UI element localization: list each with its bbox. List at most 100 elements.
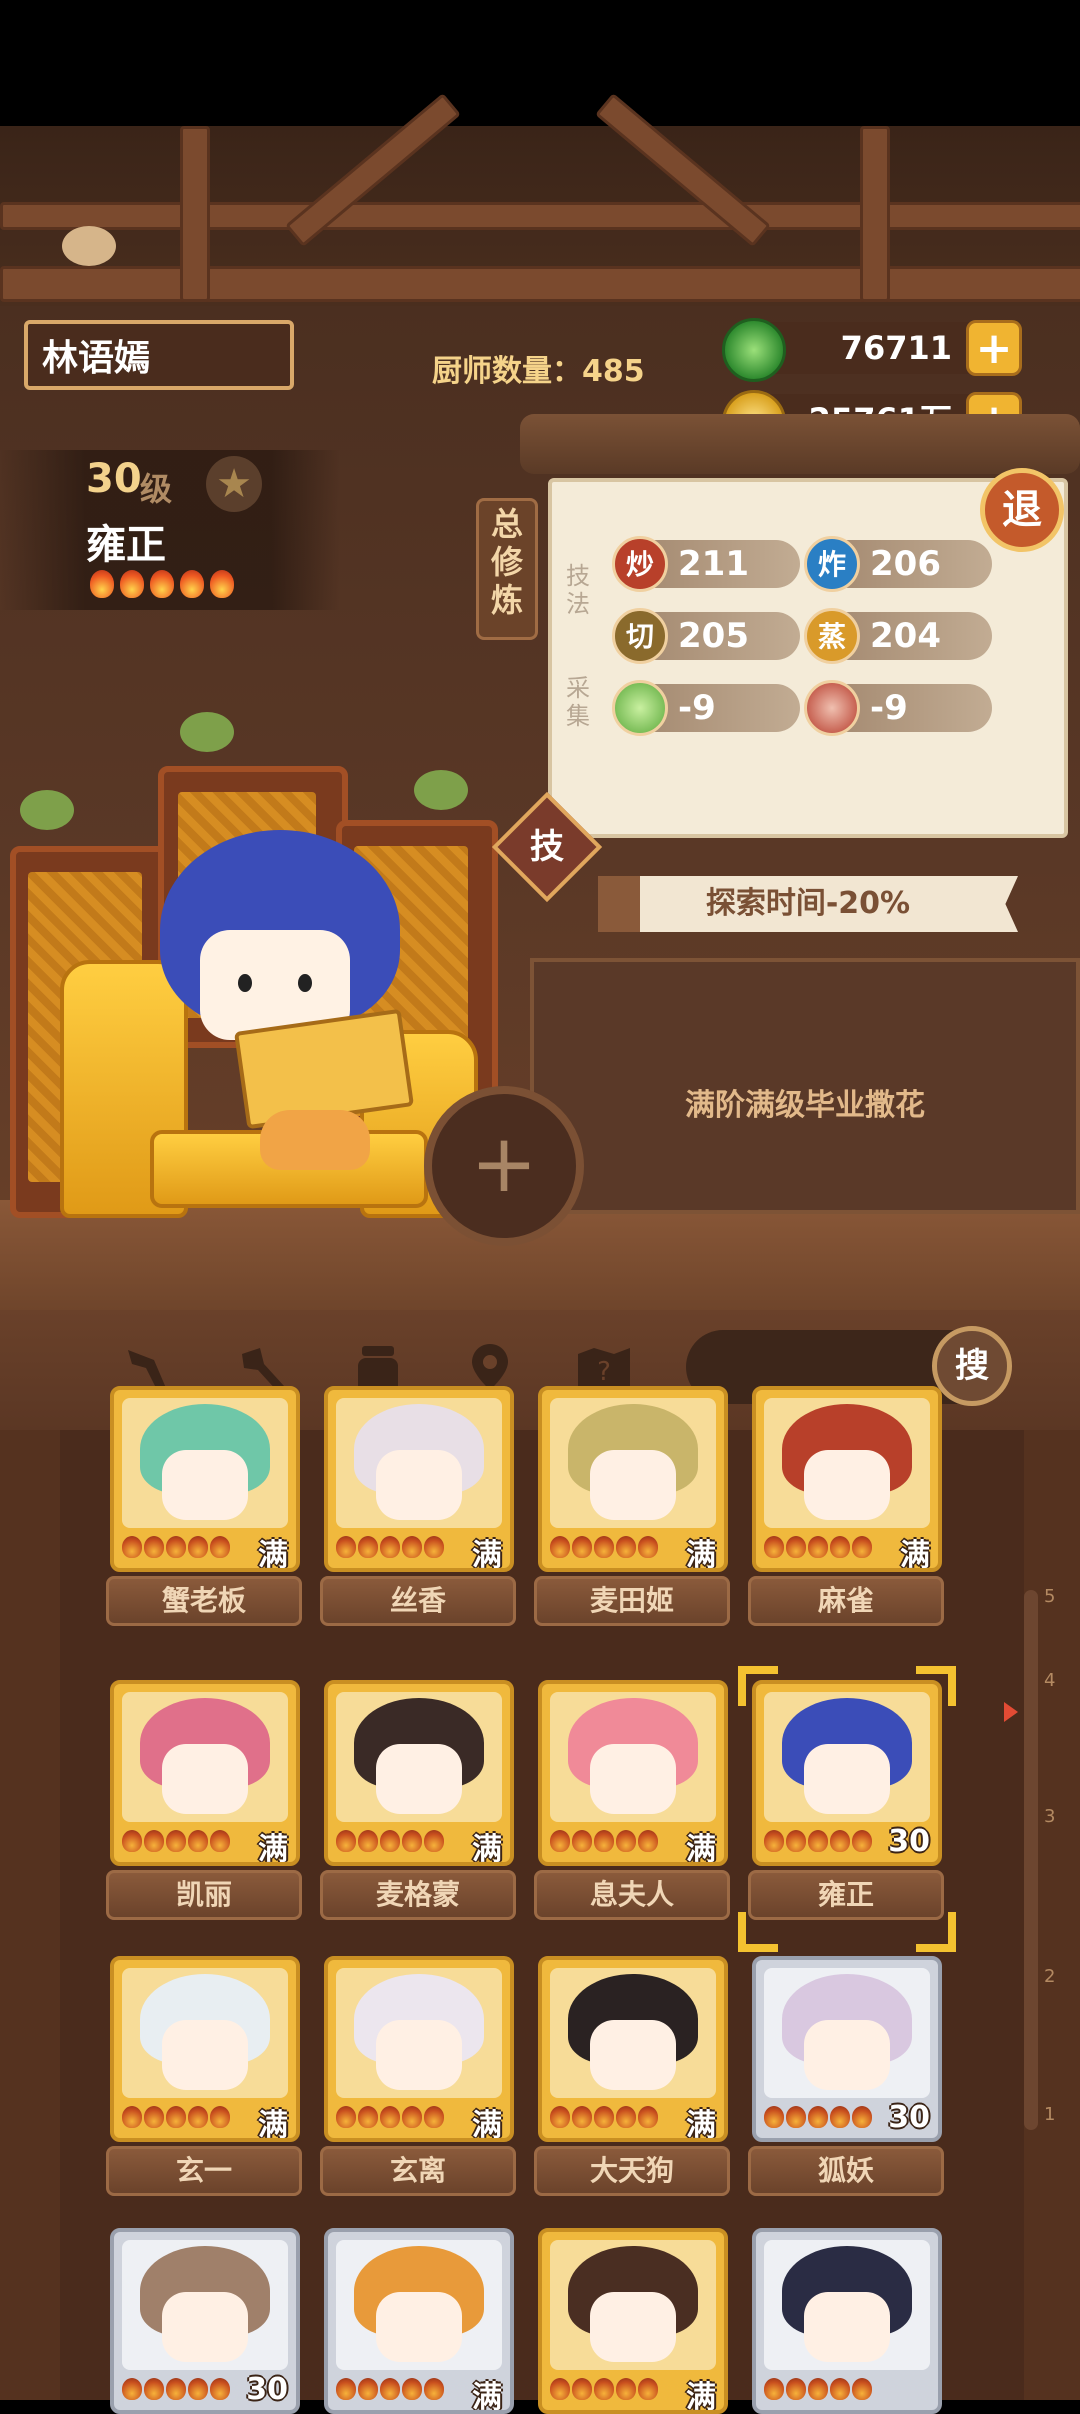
flame-icon [786, 2106, 806, 2128]
gather-label: 采集 [566, 674, 590, 730]
chef-count: 厨师数量：485 [432, 354, 645, 389]
chef-portrait [336, 2240, 502, 2370]
card-rank-flames [550, 1536, 658, 1558]
chef-nameplate[interactable]: 麦格蒙 [320, 1870, 516, 1920]
chef-nameplate[interactable]: 麦田姬 [534, 1576, 730, 1626]
flame-icon [616, 2378, 636, 2400]
flame-icon [180, 570, 204, 598]
flame-icon [764, 2378, 784, 2400]
ceiling-beam [0, 266, 1080, 302]
flame-icon [120, 570, 144, 598]
flame-icon [380, 1536, 400, 1558]
flame-icon [550, 1830, 570, 1852]
search-button[interactable]: 搜 [932, 1326, 1012, 1406]
add-jade-button[interactable]: + [966, 320, 1022, 376]
flame-icon [380, 2106, 400, 2128]
flame-icon [572, 1830, 592, 1852]
game-scene: 林语嫣 厨师数量：485 76711 + 25761万 + 30 级 ★ 雍正 … [0, 0, 1080, 2414]
chef-level: 30 [86, 456, 142, 502]
card-rank-flames [764, 1830, 872, 1852]
flame-icon [122, 2106, 142, 2128]
chef-portrait [122, 2240, 288, 2370]
flame-icon [830, 2378, 850, 2400]
flame-icon [550, 2378, 570, 2400]
card-level-badge: 满 [258, 1538, 288, 1572]
eye [238, 974, 252, 992]
chef-portrait [336, 1692, 502, 1822]
portrait-face [376, 2020, 462, 2090]
chef-nameplate[interactable]: 玄一 [106, 2146, 302, 2196]
card-rank-flames [764, 1536, 872, 1558]
chef-card[interactable]: 满 [324, 1386, 514, 1572]
chef-nameplate[interactable]: 蟹老板 [106, 1576, 302, 1626]
ruler-label: 2 [1044, 1966, 1056, 1987]
card-rank-flames [122, 1536, 230, 1558]
status-bar [0, 0, 1080, 126]
chef-card[interactable]: 满 [324, 1956, 514, 2142]
chef-nameplate[interactable]: 狐妖 [748, 2146, 944, 2196]
chef-card[interactable]: 满 [538, 1956, 728, 2142]
card-level-badge: 满 [686, 1832, 716, 1866]
chef-card[interactable]: 满 [324, 2228, 514, 2414]
flame-icon [380, 1830, 400, 1852]
flame-icon [616, 1830, 636, 1852]
retreat-button[interactable]: 退 [980, 468, 1064, 552]
chef-portrait [764, 1398, 930, 1528]
flame-icon [336, 1830, 356, 1852]
card-level-badge: 30 [246, 2372, 288, 2407]
card-rank-flames [550, 1830, 658, 1852]
chef-card[interactable]: 30 [752, 1956, 942, 2142]
flame-icon [808, 2106, 828, 2128]
chef-nameplate[interactable]: 大天狗 [534, 2146, 730, 2196]
chef-nameplate[interactable]: 凯丽 [106, 1870, 302, 1920]
ceiling-post [860, 126, 890, 302]
chef-card[interactable]: 满 [752, 1386, 942, 1572]
stir-fry-icon: 炒 [612, 536, 668, 592]
chef-portrait [764, 1692, 930, 1822]
chef-portrait [122, 1692, 288, 1822]
parrot-icon [180, 712, 234, 752]
chef-card[interactable]: 满 [538, 1680, 728, 1866]
chef-card[interactable]: 满 [538, 1386, 728, 1572]
flame-icon [852, 2378, 872, 2400]
flame-icon [852, 1536, 872, 1558]
portrait-face [804, 2020, 890, 2090]
flame-icon [830, 2106, 850, 2128]
chef-nameplate[interactable]: 息夫人 [534, 1870, 730, 1920]
chef-nameplate[interactable]: 麻雀 [748, 1576, 944, 1626]
portrait-face [590, 1744, 676, 1814]
portrait-face [804, 1450, 890, 1520]
chef-card[interactable]: 满 [538, 2228, 728, 2414]
card-rank-flames [550, 2378, 658, 2400]
chef-card[interactable]: 满 [110, 1956, 300, 2142]
flame-icon [358, 2378, 378, 2400]
flame-icon [424, 2378, 444, 2400]
scroll-ruler[interactable] [1024, 1590, 1038, 2130]
flame-icon [572, 1536, 592, 1558]
flame-icon [166, 2378, 186, 2400]
chef-nameplate[interactable]: 丝香 [320, 1576, 516, 1626]
steam-icon: 蒸 [804, 608, 860, 664]
flame-icon [188, 2106, 208, 2128]
add-item-button[interactable]: + [424, 1086, 584, 1246]
flame-icon [358, 2106, 378, 2128]
portrait-face [590, 2020, 676, 2090]
portrait-face [376, 1450, 462, 1520]
parrot-icon [414, 770, 468, 810]
chef-card[interactable]: 30 [752, 1680, 942, 1866]
player-name[interactable]: 林语嫣 [24, 320, 294, 390]
card-rank-flames [764, 2106, 872, 2128]
star-icon[interactable]: ★ [206, 456, 262, 512]
chef-card[interactable]: 满 [324, 1680, 514, 1866]
chef-card[interactable]: 满 [110, 1386, 300, 1572]
flame-icon [638, 2378, 658, 2400]
ruler-label: 4 [1044, 1670, 1056, 1691]
vegetable-icon [612, 680, 668, 736]
chef-portrait [764, 1968, 930, 2098]
flame-icon [402, 2106, 422, 2128]
chef-nameplate[interactable]: 玄离 [320, 2146, 516, 2196]
chef-card[interactable] [752, 2228, 942, 2414]
chef-card[interactable]: 满 [110, 1680, 300, 1866]
chef-card[interactable]: 30 [110, 2228, 300, 2414]
ruler-label: 5 [1044, 1586, 1056, 1607]
